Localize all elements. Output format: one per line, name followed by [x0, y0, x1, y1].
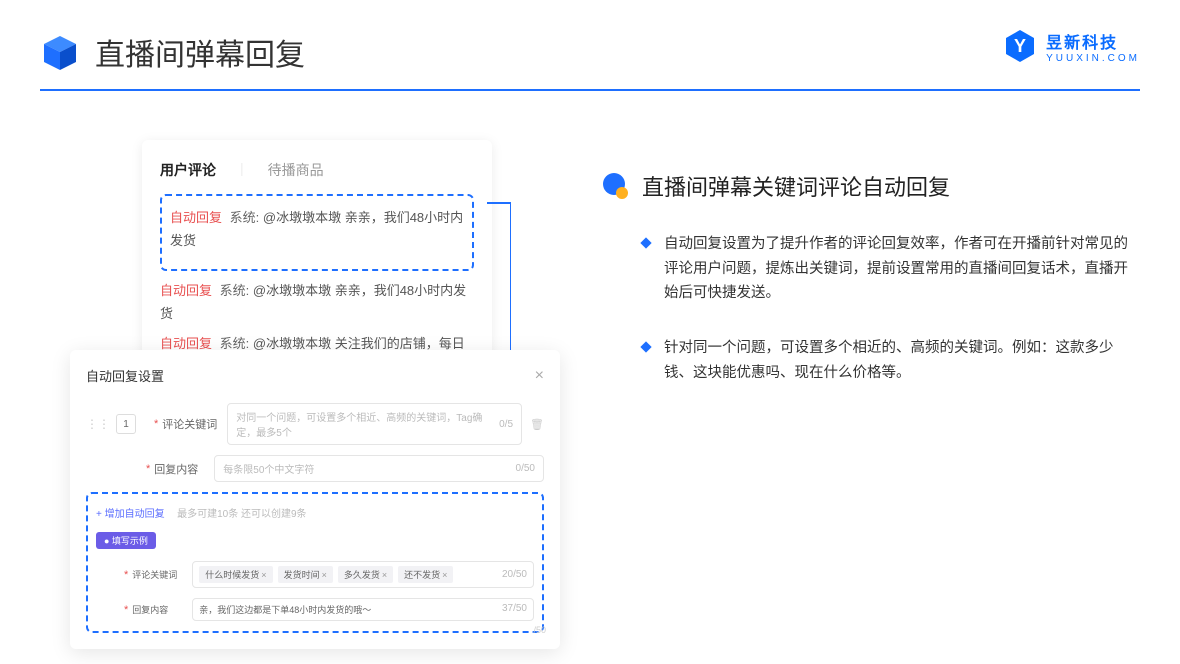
auto-reply-label: 自动回复 — [160, 336, 212, 351]
example-badge: ● 填写示例 — [96, 532, 156, 549]
required-mark: * — [124, 569, 128, 581]
add-hint: 最多可建10条 还可以创建9条 — [177, 509, 306, 520]
example-highlight: + 增加自动回复 最多可建10条 还可以创建9条 ● 填写示例 * 评论关键词 … — [86, 492, 544, 633]
required-mark: * — [124, 604, 128, 616]
brand-logo: Y 昱新科技 YUUXIN.COM — [1002, 28, 1140, 64]
section-title: 直播间弹幕关键词评论自动回复 — [642, 170, 950, 202]
keyword-tag[interactable]: 什么时候发货× — [199, 566, 272, 583]
reply-label: 回复内容 — [154, 461, 204, 477]
required-mark: * — [154, 418, 158, 430]
tab-user-comments[interactable]: 用户评论 — [160, 160, 216, 180]
delete-icon[interactable]: 🗑 — [530, 418, 544, 431]
system-label: 系统: — [230, 210, 260, 225]
counter-text: 0/50 — [516, 463, 535, 474]
auto-reply-label: 自动回复 — [160, 283, 212, 298]
keyword-tag[interactable]: 还不发货× — [398, 566, 453, 583]
cube-icon — [40, 32, 80, 72]
reply-input[interactable]: 每条限50个中文字符 0/50 — [214, 455, 544, 482]
tab-pending-products[interactable]: 待播商品 — [268, 160, 324, 180]
bullet-item: 针对同一个问题，可设置多个相近的、高频的关键词。例如：这款多少钱、这块能优惠吗、… — [600, 336, 1140, 385]
keyword-tag[interactable]: 多久发货× — [338, 566, 393, 583]
bubble-icon — [600, 172, 628, 200]
placeholder-text: 每条限50个中文字符 — [223, 461, 314, 476]
settings-card: 自动回复设置 × ⋮⋮ 1 * 评论关键词 对同一个问题，可设置多个相近、高频的… — [70, 350, 560, 649]
bullet-text: 针对同一个问题，可设置多个相近的、高频的关键词。例如：这款多少钱、这块能优惠吗、… — [664, 336, 1140, 385]
placeholder-text: 对同一个问题，可设置多个相近、高频的关键词，Tag确定，最多5个 — [236, 409, 499, 439]
diamond-icon — [640, 341, 651, 352]
example-keyword-label: 评论关键词 — [132, 568, 182, 581]
highlighted-comment: 自动回复 系统: @冰墩墩本墩 亲亲，我们48小时内发货 — [160, 194, 474, 271]
close-icon[interactable]: × — [535, 367, 544, 385]
keyword-label: 评论关键词 — [162, 416, 217, 432]
keyword-tag[interactable]: 发货时间× — [278, 566, 333, 583]
auto-reply-label: 自动回复 — [170, 210, 222, 225]
logo-url: YUUXIN.COM — [1046, 53, 1140, 64]
example-reply-input[interactable]: 亲，我们这边都是下单48小时内发货的哦～ 37/50 — [192, 598, 534, 621]
faint-counter: /50 — [533, 625, 546, 635]
header-divider — [40, 89, 1140, 91]
example-reply-value: 亲，我们这边都是下单48小时内发货的哦～ — [199, 603, 371, 616]
logo-text: 昱新科技 — [1046, 29, 1140, 53]
bullet-item: 自动回复设置为了提升作者的评论回复效率，作者可在开播前针对常见的评论用户问题，提… — [600, 232, 1140, 306]
index-number: 1 — [116, 414, 136, 434]
counter-text: 20/50 — [502, 569, 527, 580]
example-keyword-input[interactable]: 什么时候发货× 发货时间× 多久发货× 还不发货× 20/50 — [192, 561, 534, 588]
keyword-input[interactable]: 对同一个问题，可设置多个相近、高频的关键词，Tag确定，最多5个 0/5 — [227, 403, 522, 445]
system-label: 系统: — [220, 336, 250, 351]
tab-separator: | — [240, 160, 244, 180]
required-mark: * — [146, 463, 150, 475]
counter-text: 0/5 — [499, 419, 513, 430]
connector-line — [487, 202, 511, 204]
bullet-text: 自动回复设置为了提升作者的评论回复效率，作者可在开播前针对常见的评论用户问题，提… — [664, 232, 1140, 306]
system-label: 系统: — [220, 283, 250, 298]
svg-text:Y: Y — [1014, 36, 1026, 56]
example-reply-label: 回复内容 — [132, 603, 182, 616]
drag-handle-icon[interactable]: ⋮⋮ — [86, 417, 110, 431]
settings-title: 自动回复设置 — [86, 366, 164, 385]
add-auto-reply-link[interactable]: + 增加自动回复 — [96, 509, 165, 520]
counter-text: 37/50 — [502, 603, 527, 616]
page-title: 直播间弹幕回复 — [95, 30, 305, 74]
diamond-icon — [640, 237, 651, 248]
